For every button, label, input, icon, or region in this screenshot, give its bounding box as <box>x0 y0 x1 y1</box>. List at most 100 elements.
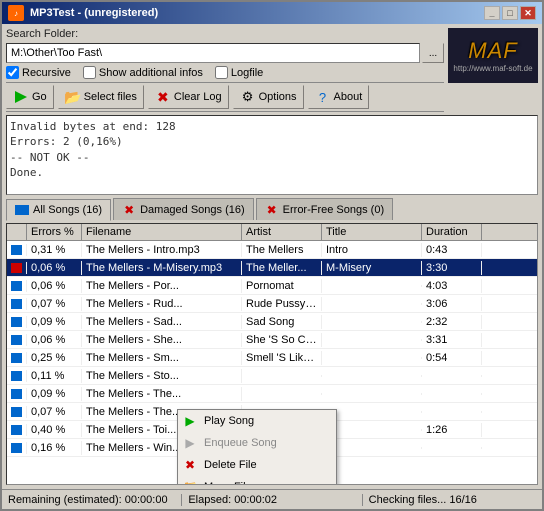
row-title <box>322 321 422 323</box>
log-line-1: Invalid bytes at end: 128 <box>10 119 534 134</box>
flag-blue-icon <box>11 281 22 291</box>
col-header-title[interactable]: Title <box>322 224 422 240</box>
table-row[interactable]: 0,07 % The Mellers - Rud... Rude Pussyca… <box>7 295 537 313</box>
maximize-button[interactable]: □ <box>502 6 518 20</box>
log-line-2: Errors: 2 (0,16%) <box>10 134 534 149</box>
table-row[interactable]: 0,06 % The Mellers - M-Misery.mp3 The Me… <box>7 259 537 277</box>
table-row[interactable]: 0,06 % The Mellers - Por... Pornomat 4:0… <box>7 277 537 295</box>
tab-damaged-songs-label: Damaged Songs (16) <box>140 204 245 216</box>
show-additional-checkbox[interactable] <box>83 66 96 79</box>
row-errors: 0,09 % <box>27 315 82 329</box>
show-additional-checkbox-label[interactable]: Show additional infos <box>83 66 203 79</box>
logfile-checkbox-label[interactable]: Logfile <box>215 66 263 79</box>
recursive-checkbox-label[interactable]: Recursive <box>6 66 71 79</box>
main-window: ♪ MP3Test - (unregistered) _ □ ✕ Search … <box>0 0 544 511</box>
col-header-flag[interactable] <box>7 224 27 240</box>
row-title: Intro <box>322 243 422 257</box>
flag-red-icon <box>11 263 22 273</box>
table-row[interactable]: 0,09 % The Mellers - Sad... Sad Song 2:3… <box>7 313 537 331</box>
search-input-wrap: ... <box>6 43 444 63</box>
tab-damaged-songs[interactable]: ✖ Damaged Songs (16) <box>113 198 254 220</box>
row-title <box>322 339 422 341</box>
tab-all-songs[interactable]: All Songs (16) <box>6 199 111 221</box>
logo-area: MAF http://www.maf-soft.de <box>448 28 538 83</box>
table-row[interactable]: 0,11 % The Mellers - Sto... <box>7 367 537 385</box>
options-icon: ⚙ <box>240 89 256 105</box>
search-input-row: ... <box>6 43 444 63</box>
status-elapsed: Elapsed: 00:00:02 <box>182 494 362 506</box>
flag-blue-icon <box>11 353 22 363</box>
title-buttons: _ □ ✕ <box>484 6 536 20</box>
ctx-delete-label: Delete File <box>204 459 257 471</box>
row-artist: Sad Song <box>242 315 322 329</box>
table-row[interactable]: 0,25 % The Mellers - Sm... Smell 'S Like… <box>7 349 537 367</box>
row-title <box>322 393 422 395</box>
row-flag <box>7 370 27 382</box>
title-bar: ♪ MP3Test - (unregistered) _ □ ✕ <box>2 2 542 24</box>
row-title: M-Misery <box>322 261 422 275</box>
logfile-checkbox[interactable] <box>215 66 228 79</box>
row-flag <box>7 262 27 274</box>
row-duration: 0:43 <box>422 243 482 257</box>
context-menu: ▶ Play Song ▶ Enqueue Song ✖ Delete File… <box>177 409 337 485</box>
select-files-button[interactable]: 📂 Select files <box>58 85 144 109</box>
damaged-songs-tab-icon: ✖ <box>122 203 136 217</box>
row-duration <box>422 375 482 377</box>
table-row[interactable]: 0,06 % The Mellers - She... She 'S So Cu… <box>7 331 537 349</box>
row-duration <box>422 447 482 449</box>
title-bar-left: ♪ MP3Test - (unregistered) <box>8 5 158 21</box>
col-header-errors[interactable]: Errors % <box>27 224 82 240</box>
about-label: About <box>334 91 363 103</box>
recursive-label: Recursive <box>22 67 71 79</box>
tab-error-free-songs[interactable]: ✖ Error-Free Songs (0) <box>256 198 393 220</box>
browse-button[interactable]: ... <box>422 43 444 63</box>
row-title <box>322 429 422 431</box>
search-input[interactable] <box>6 43 420 63</box>
row-artist: The Meller... <box>242 261 322 275</box>
col-header-filename[interactable]: Filename <box>82 224 242 240</box>
flag-blue-icon <box>11 389 22 399</box>
ctx-play-song[interactable]: ▶ Play Song <box>178 410 336 432</box>
row-title <box>322 357 422 359</box>
row-filename: The Mellers - Sm... <box>82 351 242 365</box>
about-button[interactable]: ? About <box>308 85 370 109</box>
log-area: Invalid bytes at end: 128 Errors: 2 (0,1… <box>6 115 538 195</box>
song-table: Errors % Filename Artist Title Duration … <box>6 223 538 485</box>
go-button[interactable]: Go <box>6 85 54 109</box>
ctx-move-file[interactable]: 📁 Move File <box>178 476 336 485</box>
row-errors: 0,09 % <box>27 387 82 401</box>
row-filename: The Mellers - She... <box>82 333 242 347</box>
row-duration: 4:03 <box>422 279 482 293</box>
close-button[interactable]: ✕ <box>520 6 536 20</box>
col-header-duration[interactable]: Duration <box>422 224 482 240</box>
play-icon: ▶ <box>182 413 198 429</box>
row-filename: The Mellers - The... <box>82 387 242 401</box>
row-flag <box>7 424 27 436</box>
table-row[interactable]: 0,09 % The Mellers - The... <box>7 385 537 403</box>
row-flag <box>7 244 27 256</box>
table-row[interactable]: 0,31 % The Mellers - Intro.mp3 The Melle… <box>7 241 537 259</box>
recursive-checkbox[interactable] <box>6 66 19 79</box>
row-title <box>322 447 422 449</box>
row-filename: The Mellers - Sad... <box>82 315 242 329</box>
status-bar: Remaining (estimated): 00:00:00 Elapsed:… <box>2 489 542 509</box>
row-errors: 0,07 % <box>27 297 82 311</box>
options-row: Recursive Show additional infos Logfile <box>6 66 444 79</box>
row-title <box>322 303 422 305</box>
clear-log-button[interactable]: ✖ Clear Log <box>148 85 229 109</box>
minimize-button[interactable]: _ <box>484 6 500 20</box>
tab-error-free-songs-label: Error-Free Songs (0) <box>283 204 384 216</box>
logo-box: MAF http://www.maf-soft.de <box>448 28 538 83</box>
flag-blue-icon <box>11 407 22 417</box>
ctx-move-label: Move File <box>204 481 252 485</box>
top-section: Search Folder: ... Recursive <box>6 28 538 112</box>
row-flag <box>7 280 27 292</box>
row-duration <box>422 411 482 413</box>
flag-blue-icon <box>11 443 22 453</box>
row-title <box>322 285 422 287</box>
options-button[interactable]: ⚙ Options <box>233 85 304 109</box>
row-flag <box>7 334 27 346</box>
col-header-artist[interactable]: Artist <box>242 224 322 240</box>
ctx-delete-file[interactable]: ✖ Delete File <box>178 454 336 476</box>
row-artist: Rude Pussycat <box>242 297 322 311</box>
